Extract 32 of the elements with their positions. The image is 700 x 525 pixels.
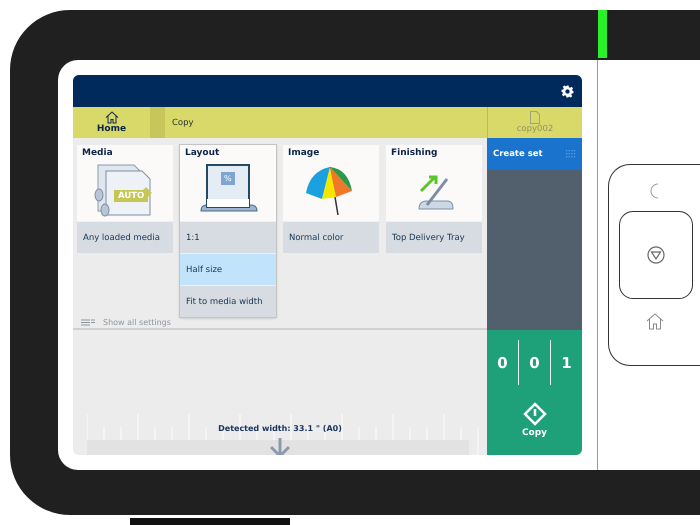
home-icon [104, 111, 118, 124]
stop-icon [647, 246, 665, 264]
create-set-button[interactable]: Create set [487, 138, 582, 170]
settings-icon[interactable] [561, 84, 574, 98]
percent-label: % [221, 172, 235, 185]
job-name: copy002 [516, 124, 554, 134]
auto-label: AUTO [114, 190, 148, 202]
tab-separator [150, 107, 165, 138]
detected-width-label: Detected width: 33.1 " (A0) [218, 424, 342, 433]
down-arrow-icon [269, 437, 291, 455]
list-icon [81, 319, 95, 326]
setting-tile[interactable]: Finishing Top Delivery Tray [386, 145, 482, 253]
home-icon[interactable] [646, 313, 664, 330]
tile-option[interactable]: Normal color [283, 221, 379, 253]
tile-title: Media [81, 147, 114, 158]
tile-option[interactable]: Half size [180, 253, 276, 285]
tile-option[interactable]: 1:1 [180, 221, 276, 253]
stop-button[interactable] [619, 211, 693, 299]
tile-option[interactable]: Fit to media width [180, 285, 276, 317]
setting-tile[interactable]: Image Normal color [283, 145, 379, 253]
tile-option[interactable]: Any loaded media [77, 221, 173, 253]
tile-option[interactable]: Top Delivery Tray [386, 221, 482, 253]
tile-title: Finishing [390, 147, 438, 158]
breadcrumb-label: Copy [172, 118, 194, 128]
grip-icon [566, 150, 576, 158]
setting-tile[interactable]: Media AUTO Any loaded media [77, 145, 173, 253]
document-icon [530, 111, 540, 124]
tile-title: Layout [184, 147, 220, 158]
tile-title: Image [287, 147, 320, 158]
status-light [598, 10, 607, 58]
setting-tile[interactable]: Layout % 1:1 Half size Fit to media width [180, 145, 276, 317]
start-icon [522, 402, 546, 426]
